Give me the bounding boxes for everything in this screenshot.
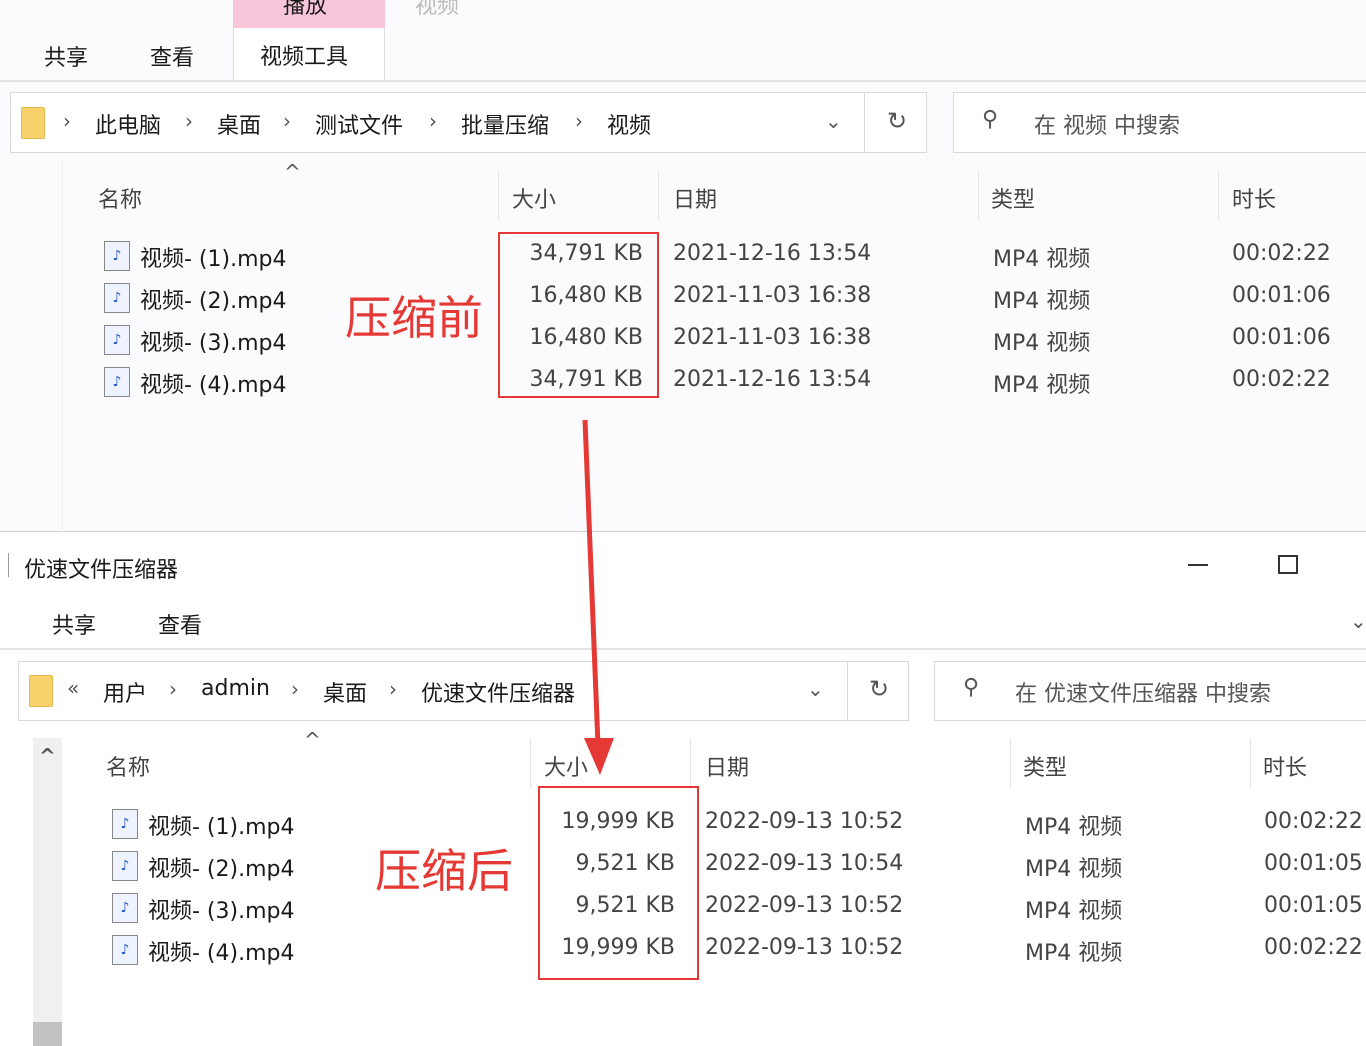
compression-arrow xyxy=(0,0,1366,1046)
